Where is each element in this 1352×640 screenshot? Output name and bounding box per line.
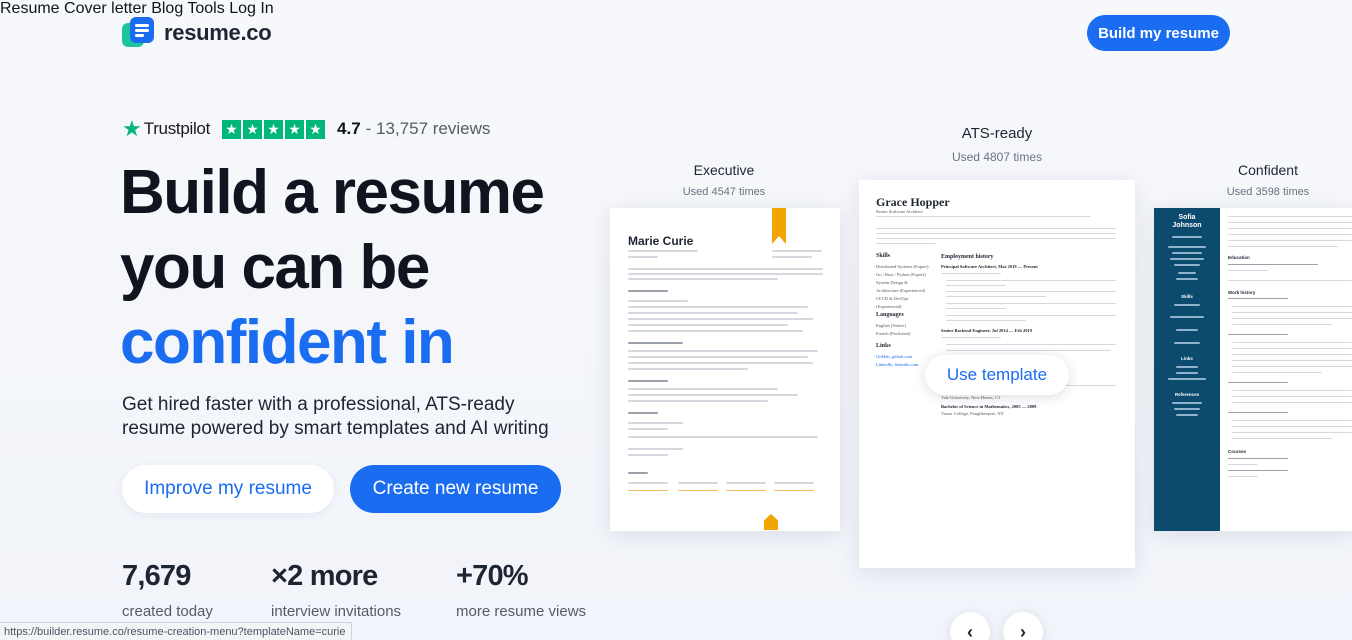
star-icon: ★ — [306, 119, 326, 139]
template-title: Confident — [1238, 162, 1298, 178]
stat-value: +70% — [456, 560, 529, 592]
school-1: Yale University, New Haven, CT — [941, 395, 1001, 400]
stat-resume-views: +70% more resume views — [456, 560, 586, 620]
trustpilot-brand: Trustpilot — [143, 119, 211, 138]
brand-name: resume.co — [164, 20, 272, 45]
resume-section-education: Education — [1228, 255, 1250, 260]
nav-cover-letter[interactable]: Cover letter — [64, 0, 147, 17]
subheadline-line-2: resume powered by smart templates and AI… — [122, 418, 549, 439]
hero-subheadline: Get hired faster with a professional, AT… — [122, 393, 582, 441]
stat-label: created today — [122, 603, 213, 620]
headline-line-1: Build a resume — [120, 158, 545, 227]
template-usage: Used 4807 times — [951, 150, 1043, 164]
resume-person-name: Sofia Johnson — [1172, 214, 1202, 229]
nav-tools[interactable]: Tools — [187, 0, 224, 17]
school-2: Vassar College, Poughkeepsie, NY — [941, 411, 1004, 416]
resume-role: Senior Software Architect — [876, 209, 923, 214]
nav-login[interactable]: Log In — [229, 0, 273, 17]
site-header: resume.co Resume Cover letter Blog Tools… — [0, 0, 1352, 64]
carousel-prev-button[interactable]: ‹ — [950, 612, 990, 640]
headline-line-3: confident in — [120, 308, 455, 377]
job-title-2: Senior Backend Engineer, Jul 2014 — Feb … — [941, 328, 1033, 333]
star-icon: ★ — [222, 119, 242, 139]
resume-section-courses: Courses — [1228, 449, 1247, 454]
resume-section-skills: Skills — [876, 253, 891, 259]
improve-my-resume-button[interactable]: Improve my resume — [122, 465, 334, 513]
resume-person-name: Grace Hopper — [876, 195, 950, 209]
headline-line-2: you can be — [120, 233, 430, 302]
template-heading-confident: Confident Used 3598 times — [1208, 162, 1328, 198]
stat-created-today: 7,679 created today — [122, 560, 213, 620]
stat-value: ×2 more — [271, 560, 378, 592]
status-bar-url: https://builder.resume.co/resume-creatio… — [0, 622, 353, 640]
trustpilot-star-icon: ★ — [122, 116, 142, 141]
star-icon: ★ — [243, 119, 263, 139]
template-heading-executive: Executive Used 4547 times — [664, 162, 784, 198]
hero-headline: Build a resume you can be confident in — [120, 155, 545, 380]
brand-logo[interactable]: resume.co — [122, 17, 272, 49]
resume-section-work-history: Work history — [1228, 290, 1256, 295]
resume-section-languages: Languages — [876, 312, 904, 318]
stat-label: interview invitations — [271, 603, 402, 620]
sidebar-section-links: Links — [1181, 356, 1193, 361]
sidebar-section-skills: Skills — [1181, 294, 1193, 299]
rating-stars: ★ ★ ★ ★ ★ — [222, 119, 326, 139]
nav-blog[interactable]: Blog — [151, 0, 183, 17]
chevron-right-icon: › — [1020, 621, 1026, 640]
resume-section-employment: Employment history — [941, 254, 994, 260]
resume-section-links: Links — [876, 343, 891, 349]
job-title-1: Principal Software Architect, Mar 2019 —… — [941, 264, 1038, 269]
stat-value: 7,679 — [122, 560, 191, 592]
trustpilot-rating[interactable]: ★ Trustpilot ★ ★ ★ ★ ★ 4.7 - 13,757 revi… — [122, 118, 490, 140]
star-icon: ★ — [264, 119, 284, 139]
template-title: Executive — [693, 162, 755, 178]
degree: Bachelor of Science in Mathematics, 2005… — [941, 404, 1037, 409]
use-template-button[interactable]: Use template — [925, 355, 1069, 395]
template-usage: Used 4547 times — [682, 186, 766, 198]
star-icon: ★ — [285, 119, 305, 139]
subheadline-line-1: Get hired faster with a professional, AT… — [122, 394, 515, 415]
chevron-left-icon: ‹ — [967, 621, 973, 640]
stat-label: more resume views — [456, 603, 587, 620]
template-heading-ats: ATS-ready Used 4807 times — [927, 125, 1067, 164]
resume-person-name: Marie Curie — [628, 234, 694, 248]
nav-resume[interactable]: Resume — [0, 0, 60, 17]
rating-score: 4.7 — [337, 119, 361, 138]
review-count: - 13,757 reviews — [365, 119, 491, 138]
template-usage: Used 3598 times — [1226, 186, 1310, 198]
sidebar-section-references: References — [1174, 392, 1200, 397]
carousel-next-button[interactable]: › — [1003, 612, 1043, 640]
template-title: ATS-ready — [961, 125, 1033, 142]
resume-sidebar — [1154, 208, 1220, 531]
create-new-resume-button[interactable]: Create new resume — [350, 465, 561, 513]
logo-icon — [122, 17, 154, 49]
stat-interview-invitations: ×2 more interview invitations — [271, 560, 401, 620]
build-my-resume-button[interactable]: Build my resume — [1087, 15, 1230, 51]
